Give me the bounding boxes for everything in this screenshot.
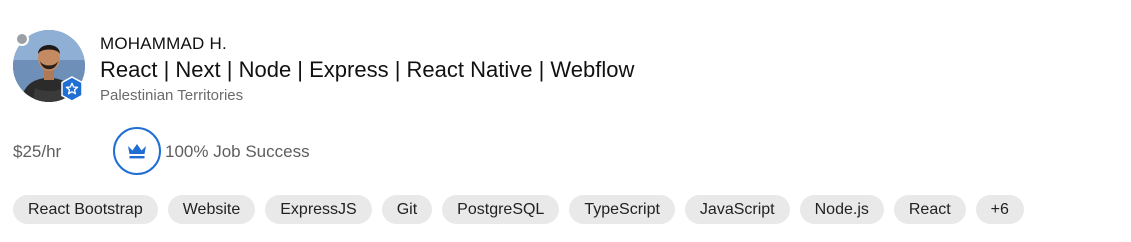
- crown-icon: [113, 127, 161, 175]
- freelancer-card[interactable]: MOHAMMAD H. React | Next | Node | Expres…: [0, 0, 1131, 242]
- more-skills-chip[interactable]: +6: [975, 195, 1024, 224]
- skill-chip[interactable]: React Bootstrap: [13, 195, 158, 224]
- freelancer-location: Palestinian Territories: [100, 87, 244, 104]
- skill-chip[interactable]: JavaScript: [684, 195, 790, 224]
- skill-chip[interactable]: TypeScript: [569, 195, 675, 224]
- skill-chip[interactable]: PostgreSQL: [442, 195, 560, 224]
- freelancer-name[interactable]: MOHAMMAD H.: [100, 34, 227, 54]
- job-success-score: 100% Job Success: [165, 142, 310, 161]
- skill-chip[interactable]: Node.js: [799, 195, 884, 224]
- hourly-rate: $25/hr: [13, 142, 62, 161]
- skills-list: React Bootstrap Website ExpressJS Git Po…: [13, 195, 1024, 224]
- skill-chip[interactable]: React: [893, 195, 966, 224]
- online-status-dot: [15, 32, 29, 46]
- star-badge-icon: [60, 76, 84, 102]
- skill-chip[interactable]: ExpressJS: [265, 195, 372, 224]
- skill-chip[interactable]: Website: [167, 195, 256, 224]
- freelancer-headline[interactable]: React | Next | Node | Express | React Na…: [100, 56, 634, 84]
- avatar-container[interactable]: [13, 30, 85, 102]
- skill-chip[interactable]: Git: [381, 195, 433, 224]
